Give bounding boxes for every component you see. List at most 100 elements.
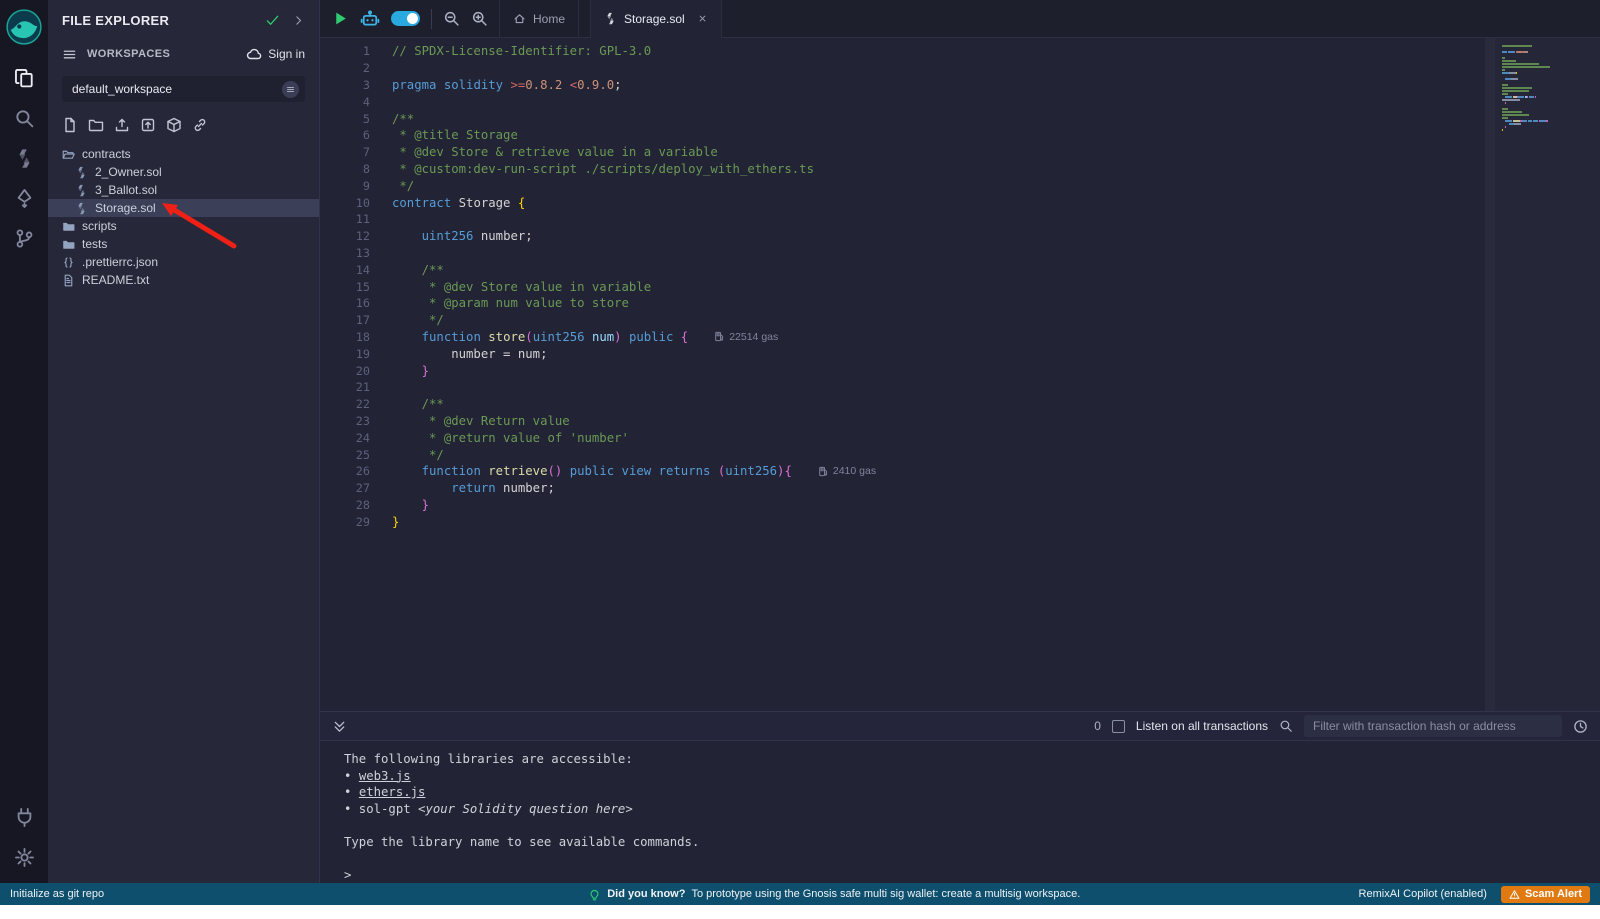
code-line: 25 */ — [320, 446, 1485, 463]
item-label: tests — [82, 237, 107, 251]
gas-icon — [714, 331, 725, 342]
clone-icon[interactable] — [192, 117, 208, 133]
file-item-README.txt[interactable]: README.txt — [48, 271, 319, 289]
file-item-3_Ballot.sol[interactable]: 3_Ballot.sol — [48, 181, 319, 199]
workspace-select[interactable]: default_workspace — [62, 76, 305, 102]
plugin-manager-icon — [14, 807, 35, 828]
gas-estimate-badge[interactable]: 22514 gas — [714, 331, 778, 343]
terminal-line: The following libraries are accessible: — [344, 751, 1600, 768]
file-item-.prettierrc.json[interactable]: .prettierrc.json — [48, 253, 319, 271]
line-number: 18 — [320, 330, 370, 344]
template-icon[interactable] — [166, 117, 182, 133]
code-line: 28 } — [320, 497, 1485, 514]
file-item-2_Owner.sol[interactable]: 2_Owner.sol — [48, 163, 319, 181]
gas-estimate-badge[interactable]: 2410 gas — [818, 465, 876, 477]
item-label: scripts — [82, 219, 117, 233]
clock-icon[interactable] — [1573, 719, 1588, 734]
listen-all-transactions-checkbox[interactable] — [1112, 720, 1125, 733]
git-init-status-item[interactable]: Initialize as git repo — [10, 888, 310, 900]
code-pane[interactable]: 1// SPDX-License-Identifier: GPL-3.023pr… — [320, 38, 1485, 711]
settings-button[interactable] — [0, 837, 48, 877]
sign-in-button[interactable]: Sign in — [246, 46, 305, 62]
search-icon[interactable] — [1279, 719, 1293, 733]
file-explorer-button[interactable] — [0, 58, 48, 98]
terminal-output[interactable]: The following libraries are accessible:•… — [320, 741, 1600, 883]
workspaces-menu-icon[interactable] — [62, 47, 77, 62]
code-line: 9 */ — [320, 177, 1485, 194]
line-number: 19 — [320, 347, 370, 361]
plugin-manager-button[interactable] — [0, 797, 48, 837]
code-line: 26 function retrieve() public view retur… — [320, 463, 1485, 480]
copilot-toggle[interactable] — [391, 11, 420, 26]
scam-alert-badge[interactable]: Scam Alert — [1501, 886, 1590, 903]
terminal-link[interactable]: web3.js — [359, 769, 411, 783]
workspaces-label: WORKSPACES — [87, 48, 246, 60]
upload-file-icon[interactable] — [114, 117, 130, 133]
terminal-line: • web3.js — [344, 768, 1600, 785]
folder-icon — [62, 220, 75, 233]
code-line: 2 — [320, 60, 1485, 77]
terminal-line — [344, 850, 1600, 867]
code-line: 3pragma solidity >=0.8.2 <0.9.0; — [320, 77, 1485, 94]
tab-label: Home — [533, 12, 565, 26]
folder-open-icon — [62, 148, 75, 161]
line-number: 25 — [320, 448, 370, 462]
run-script-button[interactable] — [332, 10, 349, 27]
line-number: 20 — [320, 364, 370, 378]
code-editor: 1// SPDX-License-Identifier: GPL-3.023pr… — [320, 38, 1600, 711]
workspace-options-button[interactable] — [282, 81, 299, 98]
json-icon — [62, 256, 75, 269]
terminal-line: • ethers.js — [344, 784, 1600, 801]
line-number: 7 — [320, 145, 370, 159]
zoom-out-icon[interactable] — [443, 10, 460, 27]
upload-folder-icon[interactable] — [140, 117, 156, 133]
new-file-icon[interactable] — [62, 117, 78, 133]
panel-title: FILE EXPLORER — [62, 13, 265, 28]
code-line: 8 * @custom:dev-run-script ./scripts/dep… — [320, 161, 1485, 178]
chevron-right-icon[interactable] — [292, 14, 305, 27]
signin-cloud-icon — [246, 46, 262, 62]
terminal-expand-icon[interactable] — [332, 719, 347, 734]
item-label: README.txt — [82, 273, 149, 287]
close-tab-icon[interactable] — [697, 13, 708, 24]
file-item-Storage.sol[interactable]: Storage.sol — [48, 199, 319, 217]
code-line: 7 * @dev Store & retrieve value in a var… — [320, 144, 1485, 161]
line-number: 4 — [320, 95, 370, 109]
editor-scrollbar[interactable] — [1485, 38, 1495, 711]
ai-robot-icon[interactable] — [360, 9, 380, 29]
code-line: 20 } — [320, 362, 1485, 379]
terminal-toolbar-right: 0 Listen on all transactions — [1094, 715, 1588, 737]
remix-logo[interactable] — [5, 8, 43, 46]
new-folder-icon[interactable] — [88, 117, 104, 133]
git-button[interactable] — [0, 218, 48, 258]
folder-item-tests[interactable]: tests — [48, 235, 319, 253]
terminal-link[interactable]: ethers.js — [359, 785, 426, 799]
deploy-run-button[interactable] — [0, 178, 48, 218]
code-line: 15 * @dev Store value in variable — [320, 278, 1485, 295]
folder-item-scripts[interactable]: scripts — [48, 217, 319, 235]
tab-home[interactable]: Home — [499, 0, 579, 38]
listen-all-transactions-label[interactable]: Listen on all transactions — [1136, 719, 1268, 733]
transaction-filter-input[interactable] — [1304, 715, 1562, 737]
search-button[interactable] — [0, 98, 48, 138]
tab-label: Storage.sol — [624, 12, 685, 26]
solidity-compiler-button[interactable] — [0, 138, 48, 178]
gas-icon — [818, 466, 829, 477]
code-line: 4 — [320, 93, 1485, 110]
editor-tabbar: Home Storage.sol — [320, 0, 1600, 38]
code-line: 10contract Storage { — [320, 194, 1485, 211]
remix-ide-app: FILE EXPLORER WORKSPACES Sign in default… — [0, 0, 1600, 919]
file-actions-toolbar — [48, 102, 319, 141]
line-number: 13 — [320, 246, 370, 260]
editor-minimap[interactable] — [1495, 38, 1600, 711]
item-label: 3_Ballot.sol — [95, 183, 157, 197]
line-number: 14 — [320, 263, 370, 277]
copilot-status[interactable]: RemixAI Copilot (enabled) — [1359, 888, 1487, 900]
tab-storage-sol[interactable]: Storage.sol — [590, 0, 722, 38]
tip-title: Did you know? — [607, 888, 685, 900]
zoom-in-icon[interactable] — [471, 10, 488, 27]
code-line: 21 — [320, 379, 1485, 396]
file-tree: contracts2_Owner.sol 3_Ballot.sol Storage.… — [48, 141, 319, 289]
line-number: 15 — [320, 280, 370, 294]
folder-item-contracts[interactable]: contracts — [48, 145, 319, 163]
